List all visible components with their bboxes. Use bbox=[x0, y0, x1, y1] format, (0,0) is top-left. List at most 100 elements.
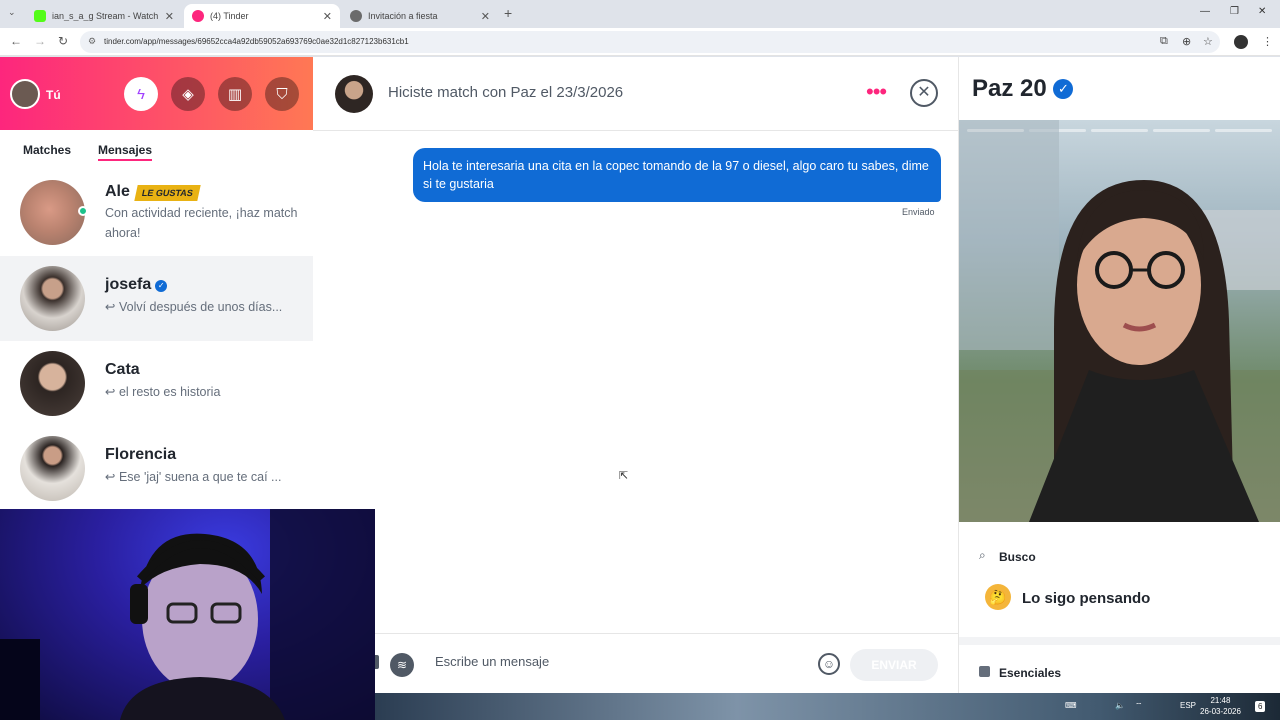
new-tab-button[interactable]: + bbox=[504, 5, 512, 21]
close-tab-icon[interactable]: ✕ bbox=[323, 10, 332, 23]
thinking-face-icon: 🤔 bbox=[985, 584, 1011, 610]
avatar bbox=[20, 351, 85, 416]
conversation-item-florencia[interactable]: Florencia ↩ Ese 'jaj' suena a que te caí… bbox=[0, 426, 313, 511]
browser-tabstrip: ⌄ ian_s_a_g Stream - Watch Live o ✕ (4) … bbox=[0, 0, 1280, 28]
person-photo-illustration bbox=[959, 120, 1280, 522]
section-divider bbox=[959, 637, 1280, 645]
streamer-illustration bbox=[0, 509, 375, 720]
my-profile-label[interactable]: Tú bbox=[46, 88, 61, 102]
essentials-title: Esenciales bbox=[999, 666, 1062, 680]
sidebar-header: Tú ϟ ◈ ▥ ⛉ bbox=[0, 57, 313, 130]
browser-toolbar: ← → ↻ ⚙ tinder.com/app/messages/69652cca… bbox=[0, 28, 1280, 56]
message-composer: ≋ ☺ ENVIAR bbox=[313, 633, 958, 693]
forward-icon[interactable]: → bbox=[34, 34, 46, 48]
input-language[interactable]: ESP bbox=[1180, 701, 1196, 710]
contact-name: Ale bbox=[105, 183, 130, 200]
contact-name: Florencia bbox=[105, 446, 177, 463]
browser-tab-tinder[interactable]: (4) Tinder ✕ bbox=[184, 4, 340, 28]
message-preview: Volví después de unos días... bbox=[118, 300, 283, 314]
reply-icon: ↩ bbox=[105, 300, 116, 314]
system-clock[interactable]: 21:48 26-03-2026 bbox=[1200, 695, 1241, 717]
browser-tab-stream[interactable]: ian_s_a_g Stream - Watch Live o ✕ bbox=[26, 4, 182, 28]
close-tab-icon[interactable]: ✕ bbox=[481, 10, 490, 23]
url-text: tinder.com/app/messages/69652cca4a92db59… bbox=[104, 37, 409, 46]
contact-name: Cata bbox=[105, 361, 140, 378]
restore-icon[interactable]: ❐ bbox=[1230, 6, 1239, 17]
chat-header: Hiciste match con Paz el 23/3/2026 ••• ✕ bbox=[313, 57, 958, 131]
wifi-icon[interactable]: ⌔ bbox=[1135, 701, 1143, 711]
tab-messages[interactable]: Mensajes bbox=[98, 143, 153, 161]
os-taskbar: ⌨ 🔈 ⌔ ESP 21:48 26-03-2026 6 bbox=[375, 693, 1280, 720]
explore-compass-icon[interactable]: ◈ bbox=[171, 77, 205, 111]
cast-icon[interactable]: ⧉ bbox=[1160, 35, 1168, 48]
mouse-cursor-icon: ⇱ bbox=[619, 470, 629, 482]
keyboard-icon[interactable]: ⌨ bbox=[1065, 701, 1077, 710]
webcam-overlay bbox=[0, 509, 375, 720]
site-info-icon[interactable]: ⚙ bbox=[88, 36, 96, 47]
avatar bbox=[20, 436, 85, 501]
looking-for-title: Busco bbox=[999, 550, 1036, 564]
my-avatar[interactable] bbox=[10, 79, 40, 109]
more-options-icon[interactable]: ••• bbox=[866, 79, 887, 105]
clock-date: 26-03-2026 bbox=[1200, 707, 1241, 716]
back-icon[interactable]: ← bbox=[10, 34, 22, 48]
match-avatar[interactable] bbox=[335, 75, 373, 113]
profile-photo[interactable] bbox=[959, 120, 1280, 522]
browser-tab-invitation[interactable]: Invitación a fiesta ✕ bbox=[342, 4, 498, 28]
close-chat-icon[interactable]: ✕ bbox=[910, 79, 938, 107]
conversation-item-cata[interactable]: Cata ↩ el resto es historia bbox=[0, 341, 313, 426]
conversation-item-josefa[interactable]: josefa ✓ ↩ Volví después de unos días... bbox=[0, 256, 313, 341]
clock-time: 21:48 bbox=[1210, 696, 1231, 705]
sent-message-bubble: Hola te interesaria una cita en la copec… bbox=[413, 148, 941, 202]
verified-badge-icon: ✓ bbox=[1053, 79, 1074, 99]
message-preview: el resto es historia bbox=[118, 385, 221, 399]
avatar bbox=[20, 266, 85, 331]
likes-you-badge: LE GUSTAS bbox=[134, 185, 201, 201]
reply-icon: ↩ bbox=[105, 385, 116, 399]
browser-menu-icon[interactable]: ⋮ bbox=[1262, 35, 1273, 48]
page-favicon-icon bbox=[350, 10, 362, 22]
emoji-icon[interactable]: ☺ bbox=[818, 653, 840, 675]
reload-icon[interactable]: ↻ bbox=[58, 34, 68, 48]
kick-favicon-icon bbox=[34, 10, 46, 22]
tab-search-icon[interactable]: ⌄ bbox=[8, 7, 16, 18]
work-briefcase-icon[interactable]: ▥ bbox=[218, 77, 252, 111]
essentials-icon bbox=[979, 666, 990, 677]
spotify-icon[interactable]: ≋ bbox=[390, 653, 414, 677]
message-status: Enviado bbox=[902, 207, 935, 217]
profile-age: 20 bbox=[1020, 75, 1047, 102]
profile-name: Paz bbox=[972, 75, 1014, 102]
reply-icon: ↩ bbox=[105, 470, 116, 484]
tab-title: ian_s_a_g Stream - Watch Live o bbox=[52, 11, 159, 21]
close-window-icon[interactable]: ✕ bbox=[1258, 6, 1266, 17]
match-date-title: Hiciste match con Paz el 23/3/2026 bbox=[388, 84, 624, 101]
address-bar[interactable]: ⚙ tinder.com/app/messages/69652cca4a92db… bbox=[80, 31, 1220, 53]
tab-matches[interactable]: Matches bbox=[23, 143, 71, 157]
message-input[interactable] bbox=[435, 654, 815, 669]
looking-for-value: Lo sigo pensando bbox=[1022, 590, 1151, 607]
safety-shield-icon[interactable]: ⛉ bbox=[265, 77, 299, 111]
notification-count[interactable]: 6 bbox=[1255, 701, 1266, 712]
close-tab-icon[interactable]: ✕ bbox=[165, 10, 174, 23]
tab-title: (4) Tinder bbox=[210, 11, 249, 21]
sidebar-list: Matches Mensajes Ale LE GUSTAS Con activ… bbox=[0, 130, 313, 510]
profile-panel: Paz 20 ✓ ⌕ Busco 🤔 Lo sigo pensando Esen… bbox=[958, 57, 1280, 693]
contact-name: josefa bbox=[105, 276, 152, 293]
message-preview: Con actividad reciente, ¡haz match ahora… bbox=[105, 206, 298, 240]
tab-title: Invitación a fiesta bbox=[368, 11, 438, 21]
search-icon: ⌕ bbox=[979, 548, 986, 562]
profile-avatar-icon[interactable] bbox=[1234, 35, 1248, 49]
message-preview: Ese 'jaj' suena a que te caí ... bbox=[118, 470, 282, 484]
screen: ⌄ ian_s_a_g Stream - Watch Live o ✕ (4) … bbox=[0, 0, 1280, 720]
online-indicator bbox=[78, 206, 88, 216]
volume-icon[interactable]: 🔈 bbox=[1115, 701, 1125, 710]
minimize-icon[interactable]: — bbox=[1200, 6, 1210, 17]
boost-icon[interactable]: ϟ bbox=[124, 77, 158, 111]
avatar bbox=[20, 180, 85, 245]
conversation-item-ale[interactable]: Ale LE GUSTAS Con actividad reciente, ¡h… bbox=[0, 170, 313, 255]
send-button[interactable]: ENVIAR bbox=[850, 649, 938, 681]
verified-badge-icon: ✓ bbox=[155, 280, 168, 292]
bookmark-star-icon[interactable]: ☆ bbox=[1203, 35, 1213, 48]
tinder-favicon-icon bbox=[192, 10, 204, 22]
zoom-icon[interactable]: ⊕ bbox=[1182, 35, 1191, 48]
